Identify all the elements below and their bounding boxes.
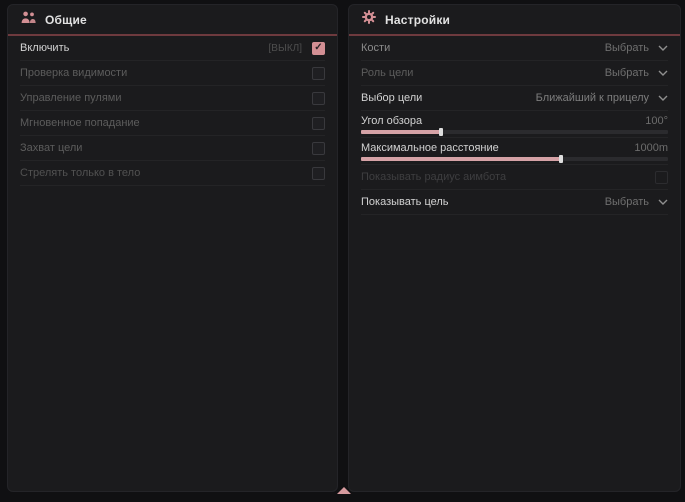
panel-settings-title: Настройки: [385, 13, 450, 27]
visibility-check-checkbox[interactable]: [312, 67, 325, 80]
slider-handle[interactable]: [439, 128, 443, 136]
row-fov: Угол обзора 100°: [361, 111, 668, 138]
instant-hit-checkbox[interactable]: [312, 117, 325, 130]
settings-rows: Кости Выбрать Роль цели Выбрать Выбор це…: [349, 36, 680, 215]
panel-settings-header: Настройки: [349, 5, 680, 34]
row-body-only: Стрелять только в тело: [20, 161, 325, 186]
gear-icon: [362, 10, 376, 29]
row-enable: Включить [ВЫКЛ] ✓: [20, 36, 325, 61]
bones-dropdown-value: Выбрать: [605, 42, 649, 54]
row-target-lock-label: Захват цели: [20, 142, 312, 154]
row-visibility-check: Проверка видимости: [20, 61, 325, 86]
people-icon: [21, 11, 36, 29]
panel-general-title: Общие: [45, 13, 87, 27]
row-aimbot-radius: Показывать радиус аимбота: [361, 165, 668, 190]
fov-value: 100°: [645, 115, 668, 127]
row-max-distance: Максимальное расстояние 1000m: [361, 138, 668, 165]
row-max-distance-label: Максимальное расстояние: [361, 142, 634, 154]
max-distance-slider[interactable]: [361, 157, 668, 161]
show-target-dropdown[interactable]: Выбрать: [605, 196, 668, 208]
row-target-role-label: Роль цели: [361, 67, 605, 79]
row-instant-hit: Мгновенное попадание: [20, 111, 325, 136]
row-target-role: Роль цели Выбрать: [361, 61, 668, 86]
row-body-only-label: Стрелять только в тело: [20, 167, 312, 179]
check-icon: ✓: [314, 43, 322, 53]
row-aimbot-radius-label: Показывать радиус аимбота: [361, 171, 655, 183]
target-selection-dropdown-value: Ближайший к прицелу: [536, 92, 649, 104]
triangle-up-icon[interactable]: [337, 487, 351, 494]
fov-slider-fill: [361, 130, 441, 134]
row-instant-hit-label: Мгновенное попадание: [20, 117, 312, 129]
row-bones: Кости Выбрать: [361, 36, 668, 61]
row-fov-label: Угол обзора: [361, 115, 645, 127]
target-lock-checkbox[interactable]: [312, 142, 325, 155]
row-target-lock: Захват цели: [20, 136, 325, 161]
row-show-target-label: Показывать цель: [361, 196, 605, 208]
target-role-dropdown[interactable]: Выбрать: [605, 67, 668, 79]
row-bullet-control-label: Управление пулями: [20, 92, 312, 104]
fov-slider[interactable]: [361, 130, 668, 134]
target-role-dropdown-value: Выбрать: [605, 67, 649, 79]
row-visibility-check-label: Проверка видимости: [20, 67, 312, 79]
row-enable-label: Включить: [20, 42, 269, 54]
panel-settings: Настройки Кости Выбрать Роль цели Выбрат…: [348, 4, 681, 492]
chevron-down-icon: [658, 45, 668, 51]
row-target-selection: Выбор цели Ближайший к прицелу: [361, 86, 668, 111]
show-target-dropdown-value: Выбрать: [605, 196, 649, 208]
general-rows: Включить [ВЫКЛ] ✓ Проверка видимости Упр…: [8, 36, 337, 186]
aimbot-radius-checkbox[interactable]: [655, 171, 668, 184]
row-show-target: Показывать цель Выбрать: [361, 190, 668, 215]
target-selection-dropdown[interactable]: Ближайший к прицелу: [536, 92, 668, 104]
row-target-selection-label: Выбор цели: [361, 92, 536, 104]
enable-checkbox[interactable]: ✓: [312, 42, 325, 55]
bullet-control-checkbox[interactable]: [312, 92, 325, 105]
row-bones-label: Кости: [361, 42, 605, 54]
fov-slider-head: Угол обзора 100°: [361, 113, 668, 128]
chevron-down-icon: [658, 70, 668, 76]
body-only-checkbox[interactable]: [312, 167, 325, 180]
bones-dropdown[interactable]: Выбрать: [605, 42, 668, 54]
max-distance-value: 1000m: [634, 142, 668, 154]
chevron-down-icon: [658, 95, 668, 101]
slider-handle[interactable]: [559, 155, 563, 163]
keybind-hint: [ВЫКЛ]: [269, 43, 302, 54]
panel-general-header: Общие: [8, 5, 337, 34]
panel-general: Общие Включить [ВЫКЛ] ✓ Проверка видимос…: [7, 4, 338, 492]
row-bullet-control: Управление пулями: [20, 86, 325, 111]
chevron-down-icon: [658, 199, 668, 205]
max-distance-slider-head: Максимальное расстояние 1000m: [361, 140, 668, 155]
max-distance-slider-fill: [361, 157, 561, 161]
